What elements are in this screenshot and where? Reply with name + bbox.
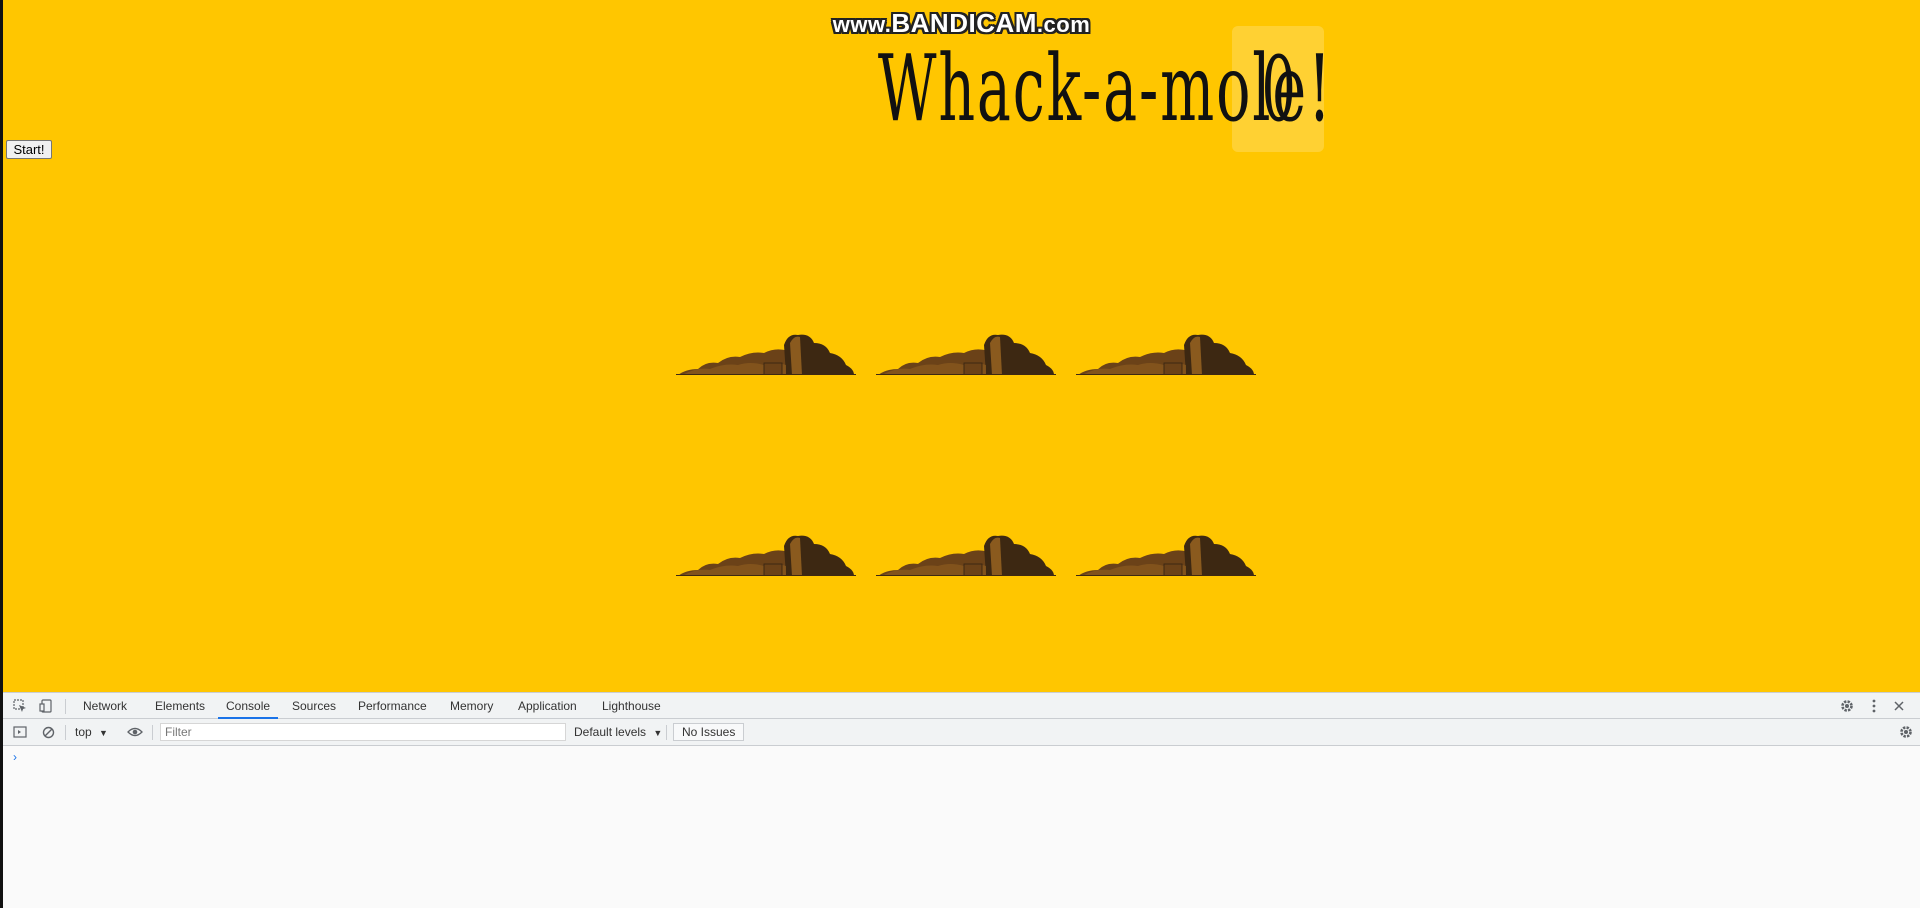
issues-button[interactable]: No Issues [673,723,745,741]
gear-icon[interactable] [1839,698,1855,714]
tab-application[interactable]: Application [510,693,585,719]
device-toolbar-icon[interactable] [38,698,54,714]
filter-input[interactable] [160,723,566,741]
score-value: 0 [1261,36,1296,142]
close-icon[interactable] [1891,698,1907,714]
inspect-element-icon[interactable] [12,698,28,714]
log-levels-dropdown[interactable]: Default levels ▼ [574,723,662,741]
console-settings-gear-icon[interactable] [1898,724,1914,740]
dirt-mound-icon [1076,535,1256,576]
mole-hole[interactable] [1076,516,1256,576]
toolbar-separator [65,725,66,740]
context-label: top [75,725,92,739]
dirt-mound-icon [676,535,856,576]
console-output[interactable]: › [3,746,1920,908]
more-vert-icon[interactable] [1866,698,1882,714]
devtools-panel: Network Elements Console Sources Performance… [3,692,1920,908]
tab-elements[interactable]: Elements [147,693,213,719]
toolbar-separator [666,725,667,740]
toolbar-separator [152,725,153,740]
mole-grid [673,300,1273,576]
context-selector[interactable]: top ▼ [75,723,108,741]
devtools-tabbar: Network Elements Console Sources Performance… [3,692,1920,719]
dirt-mound-icon [876,334,1056,375]
console-toolbar: top ▼ Default levels ▼ No Issues [3,719,1920,746]
mole-hole[interactable] [676,516,856,576]
log-levels-label: Default levels [574,725,647,739]
tab-memory[interactable]: Memory [442,693,501,719]
dropdown-arrow-icon: ▼ [99,728,108,738]
tab-sources[interactable]: Sources [284,693,344,719]
dropdown-arrow-icon: ▼ [653,728,663,738]
mole-hole[interactable] [1076,315,1256,375]
clear-console-icon[interactable] [40,724,56,740]
dirt-mound-icon [1076,334,1256,375]
dirt-mound-icon [676,334,856,375]
tab-network[interactable]: Network [75,693,135,719]
game-page: www.BANDICAM.com Whack-a-mole! 0 Start! [3,0,1920,692]
title-row: Whack-a-mole! 0 [3,26,1920,152]
console-sidebar-icon[interactable] [12,724,28,740]
mole-hole[interactable] [876,315,1056,375]
live-expression-icon[interactable] [127,724,143,740]
console-prompt[interactable]: › [13,750,17,764]
tab-performance[interactable]: Performance [350,693,435,719]
tabbar-separator [65,699,66,714]
mole-hole[interactable] [876,516,1056,576]
dirt-mound-icon [876,535,1056,576]
tab-console[interactable]: Console [218,693,279,719]
mole-hole[interactable] [676,315,856,375]
start-button[interactable]: Start! [6,140,52,159]
tab-lighthouse[interactable]: Lighthouse [594,693,669,719]
